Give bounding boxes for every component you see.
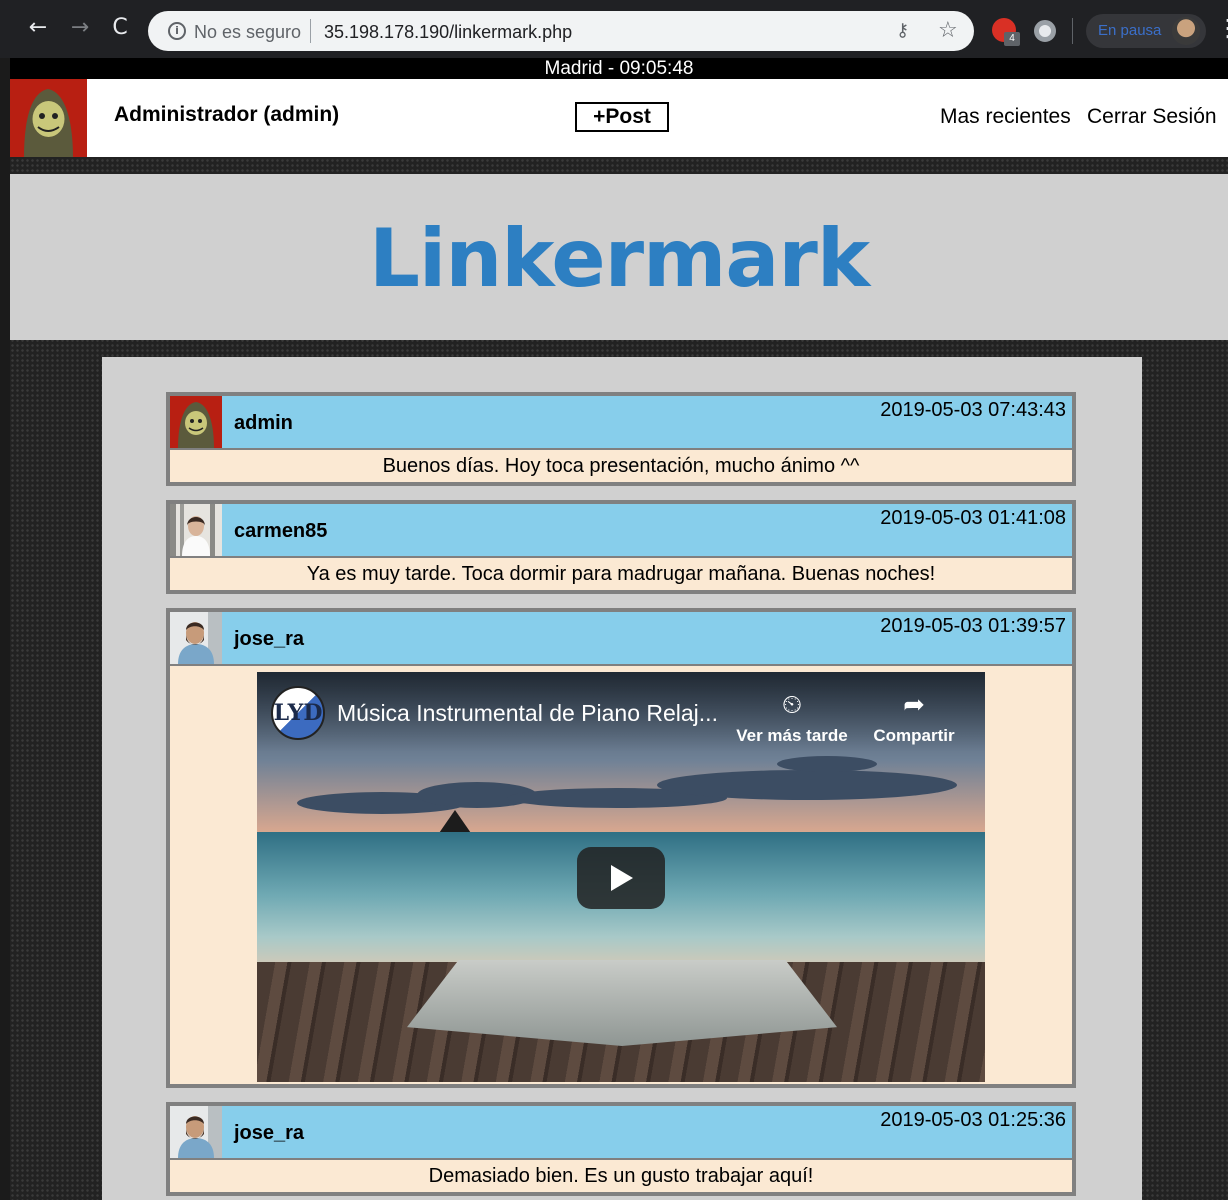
logout-link[interactable]: Cerrar Sesión (1087, 105, 1217, 129)
profile-button[interactable]: En pausa (1086, 14, 1206, 48)
post-username[interactable]: jose_ra (234, 628, 304, 651)
post-username[interactable]: jose_ra (234, 1122, 304, 1145)
play-icon (611, 865, 633, 891)
play-button[interactable] (577, 847, 665, 909)
post-header: jose_ra 2019-05-03 01:25:36 (170, 1106, 1072, 1158)
post-card: jose_ra 2019-05-03 01:25:36 Demasiado bi… (166, 1102, 1076, 1196)
browser-toolbar: ← → C i No es seguro 35.198.178.190/link… (0, 0, 1228, 58)
avatar[interactable] (170, 396, 222, 448)
info-icon[interactable]: i (168, 22, 186, 40)
post-header: carmen85 2019-05-03 01:41:08 (170, 504, 1072, 556)
avatar[interactable] (170, 612, 222, 664)
forward-icon[interactable]: → (66, 14, 94, 42)
post-username[interactable]: carmen85 (234, 520, 327, 543)
post-card: jose_ra 2019-05-03 01:39:57 LYD Música I… (166, 608, 1076, 1088)
post-body: Demasiado bien. Es un gusto trabajar aqu… (170, 1160, 1072, 1192)
toolbar-divider (1072, 18, 1073, 44)
post-username[interactable]: admin (234, 412, 293, 435)
recent-link[interactable]: Mas recientes (940, 105, 1071, 129)
clock-icon: ⏲ (781, 690, 803, 720)
share-label: Compartir (873, 726, 955, 745)
post-text: Ya es muy tarde. Toca dormir para madrug… (306, 563, 936, 585)
back-icon[interactable]: ← (24, 14, 52, 42)
watch-later-label: Ver más tarde (736, 726, 848, 745)
extension-badge: 4 (1004, 32, 1020, 46)
profile-avatar (1172, 17, 1200, 45)
video-title[interactable]: Música Instrumental de Piano Relaj... (337, 700, 718, 727)
logged-user-name: Administrador (admin) (114, 103, 340, 126)
post-date: 2019-05-03 01:41:08 (880, 507, 1066, 529)
reload-icon[interactable]: C (106, 14, 134, 42)
banner: Linkermark (10, 174, 1228, 340)
post-text: Demasiado bien. Es un gusto trabajar aqu… (428, 1165, 814, 1187)
profile-status: En pausa (1098, 22, 1162, 39)
bookmark-star-icon[interactable]: ☆ (938, 18, 958, 43)
post-body: LYD Música Instrumental de Piano Relaj..… (170, 666, 1072, 1084)
post-card: admin 2019-05-03 07:43:43 Buenos días. H… (166, 392, 1076, 486)
address-bar[interactable]: i No es seguro 35.198.178.190/linkermark… (148, 11, 974, 51)
site-logo[interactable]: Linkermark (10, 212, 1228, 305)
omnibox-divider (310, 19, 311, 43)
insecure-label: No es seguro (194, 22, 302, 42)
extension-gear-icon[interactable] (1034, 20, 1056, 42)
avatar[interactable] (170, 1106, 222, 1158)
post-body: Buenos días. Hoy toca presentación, much… (170, 450, 1072, 482)
menu-icon[interactable]: ⋮ (1216, 14, 1228, 42)
post-card: carmen85 2019-05-03 01:41:08 Ya es muy t… (166, 500, 1076, 594)
post-header: admin 2019-05-03 07:43:43 (170, 396, 1072, 448)
post-text: Buenos días. Hoy toca presentación, much… (382, 455, 860, 477)
share-icon: ➦ (903, 690, 925, 720)
key-icon[interactable]: ⚷ (896, 20, 909, 41)
share-button[interactable]: ➦ Compartir (849, 690, 979, 746)
post-body: Ya es muy tarde. Toca dormir para madrug… (170, 558, 1072, 590)
watch-later-button[interactable]: ⏲ Ver más tarde (727, 690, 857, 746)
top-navigation: Administrador (admin) +Post Mas reciente… (10, 79, 1228, 157)
clock-bar: Madrid - 09:05:48 (10, 58, 1228, 79)
post-header: jose_ra 2019-05-03 01:39:57 (170, 612, 1072, 664)
new-post-button[interactable]: +Post (575, 102, 669, 132)
url-text[interactable]: 35.198.178.190/linkermark.php (324, 22, 572, 43)
feed: admin 2019-05-03 07:43:43 Buenos días. H… (102, 357, 1142, 1200)
page: Madrid - 09:05:48 Administrador (admin) … (10, 58, 1228, 1200)
video-embed[interactable]: LYD Música Instrumental de Piano Relaj..… (257, 672, 985, 1082)
channel-avatar[interactable]: LYD (271, 686, 325, 740)
post-date: 2019-05-03 07:43:43 (880, 399, 1066, 421)
avatar[interactable] (170, 504, 222, 556)
post-date: 2019-05-03 01:25:36 (880, 1109, 1066, 1131)
post-date: 2019-05-03 01:39:57 (880, 615, 1066, 637)
avatar (10, 79, 87, 157)
